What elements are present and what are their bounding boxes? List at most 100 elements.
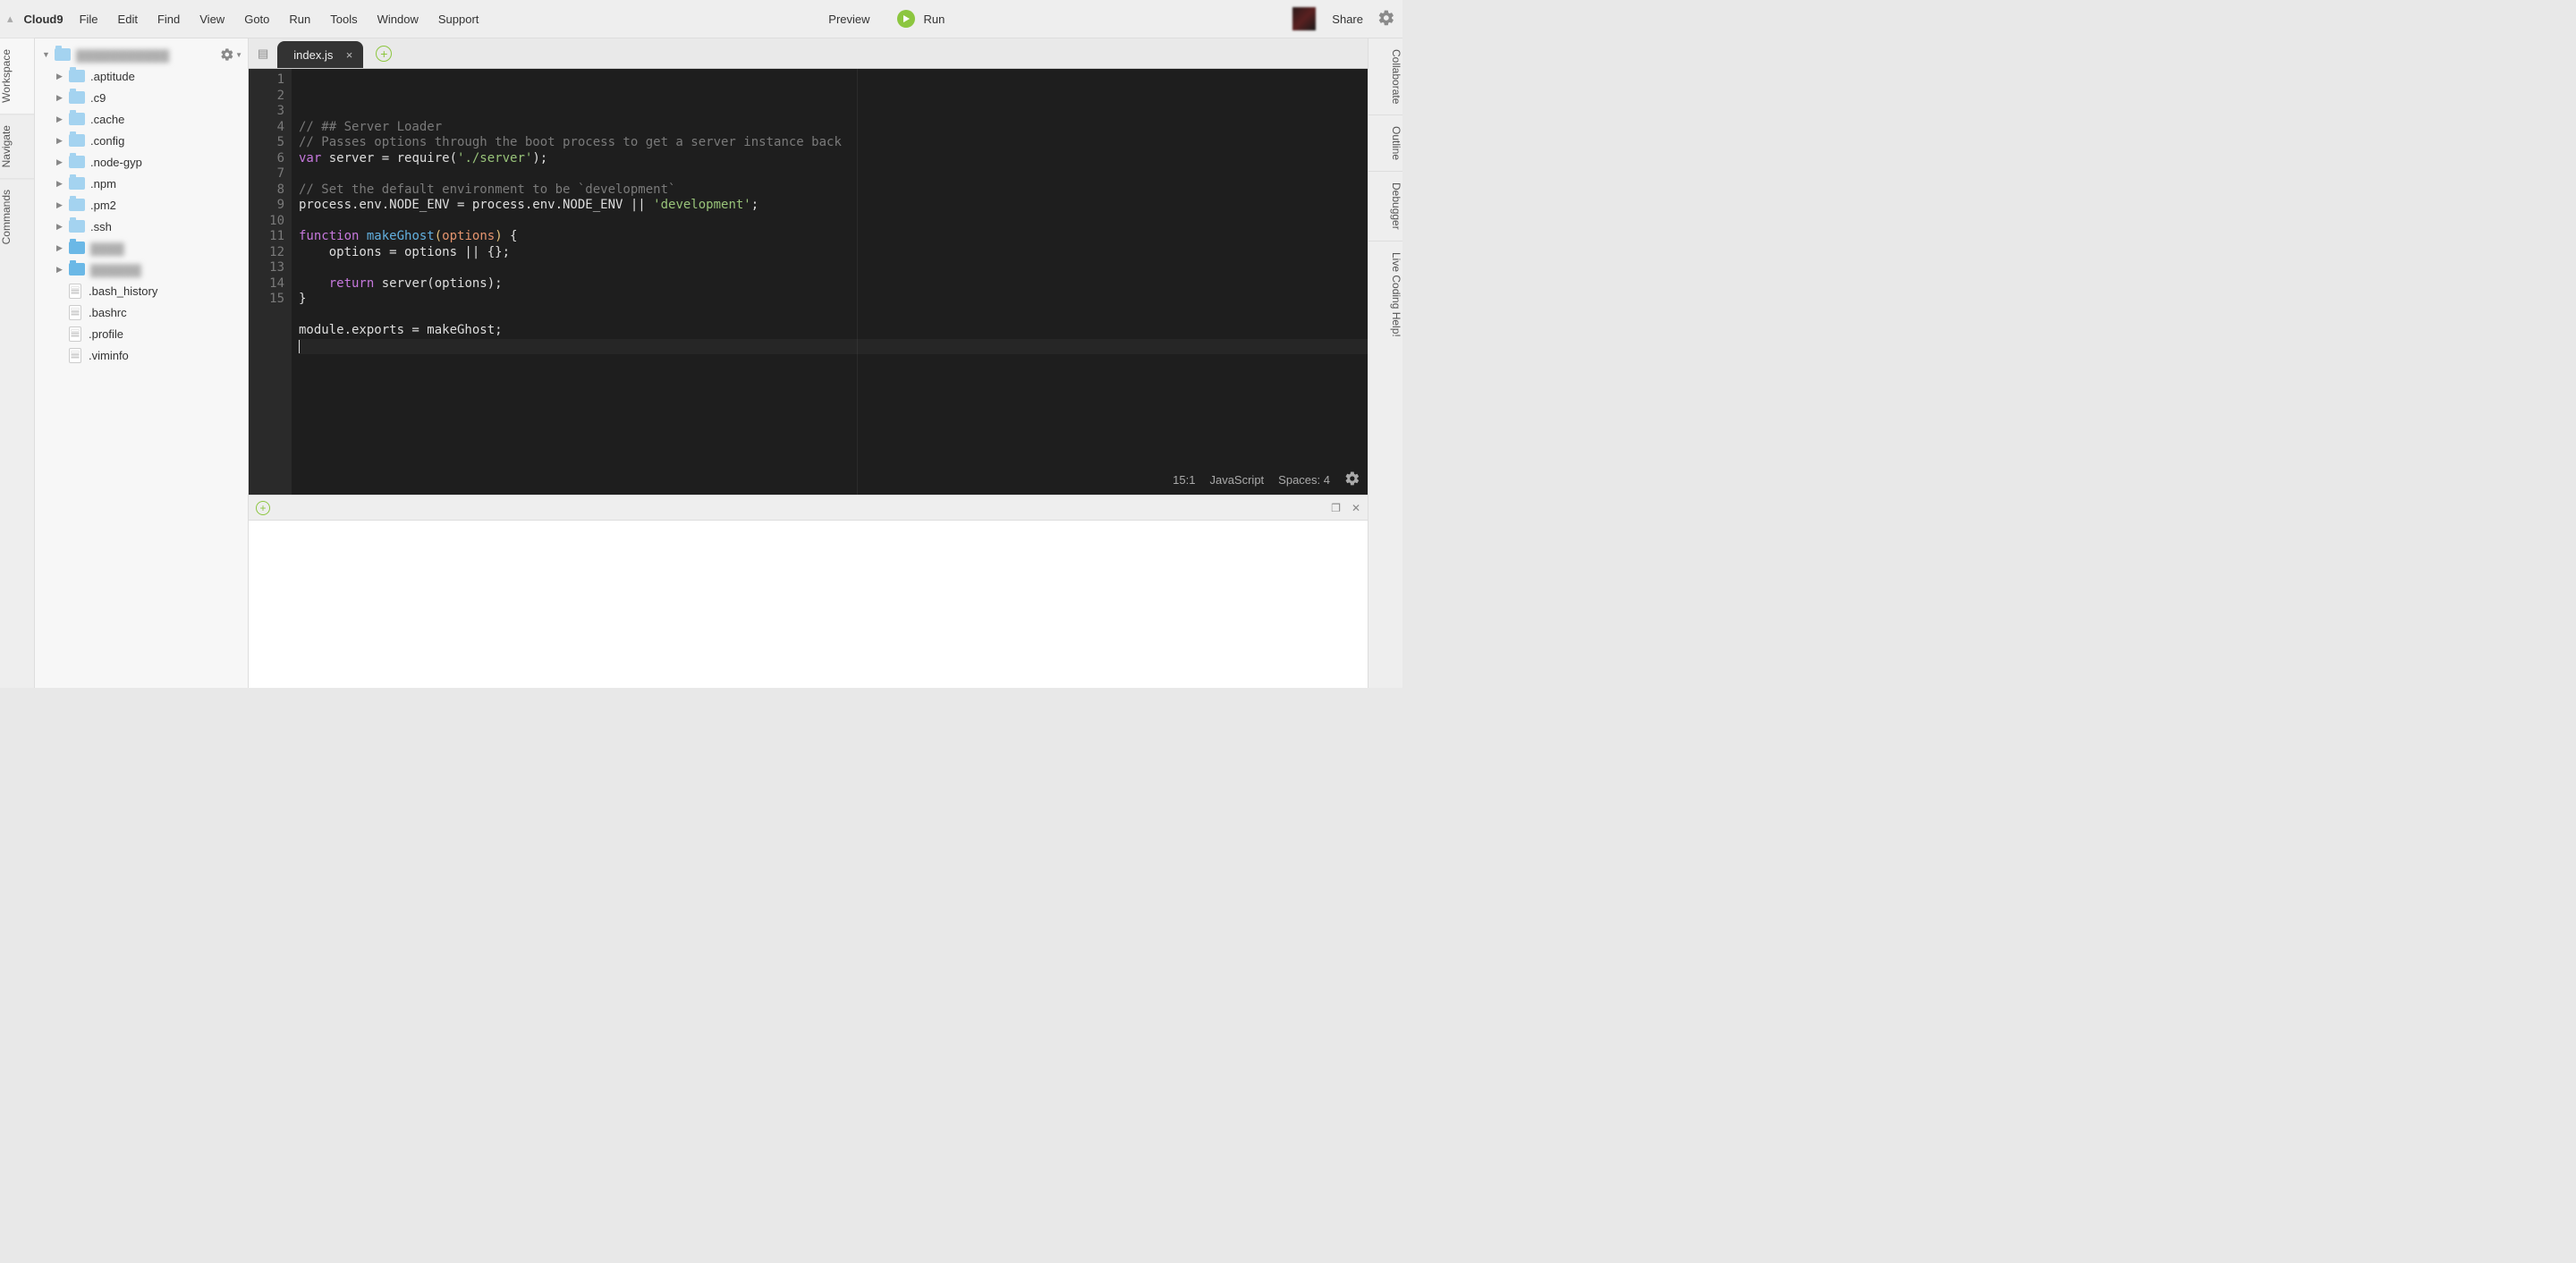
- tree-folder[interactable]: ▓▓▓▓▓▓: [35, 259, 248, 280]
- chevron-right-icon: [56, 179, 65, 189]
- language-mode[interactable]: JavaScript: [1209, 473, 1264, 487]
- code-line: [299, 308, 1368, 324]
- rail-commands[interactable]: Commands: [0, 178, 34, 255]
- tree-folder[interactable]: .config: [35, 130, 248, 151]
- folder-label: .c9: [90, 91, 106, 105]
- tree-folder[interactable]: ▓▓▓▓: [35, 237, 248, 259]
- tree-folder[interactable]: .ssh: [35, 216, 248, 237]
- code-line: return server(options);: [299, 276, 1368, 292]
- folder-icon: [69, 263, 85, 275]
- tree-folder[interactable]: .node-gyp: [35, 151, 248, 173]
- gear-icon[interactable]: [1377, 9, 1395, 30]
- folder-icon: [69, 220, 85, 233]
- code-line: module.exports = makeGhost;: [299, 323, 1368, 339]
- add-tab-button[interactable]: +: [376, 46, 392, 62]
- tree-folder[interactable]: .pm2: [35, 194, 248, 216]
- file-icon: [69, 348, 81, 363]
- indent-setting[interactable]: Spaces: 4: [1278, 473, 1330, 487]
- folder-label: .config: [90, 134, 124, 148]
- code-editor[interactable]: 123456789101112131415 // ## Server Loade…: [249, 69, 1368, 495]
- folder-icon: [69, 177, 85, 190]
- code-line: // Set the default environment to be `de…: [299, 182, 1368, 199]
- code-line: [299, 166, 1368, 182]
- menu-find[interactable]: Find: [157, 13, 180, 26]
- tree-folder[interactable]: .aptitude: [35, 65, 248, 87]
- folder-label: .npm: [90, 177, 116, 191]
- root-label: ▓▓▓▓▓▓▓▓▓▓▓: [76, 48, 169, 62]
- chevron-right-icon: [56, 93, 65, 103]
- tab-label: index.js: [293, 48, 333, 62]
- menu-window[interactable]: Window: [377, 13, 419, 26]
- tree-file[interactable]: .bash_history: [35, 280, 248, 301]
- maximize-icon[interactable]: ❐: [1331, 502, 1341, 514]
- folder-label: .pm2: [90, 199, 116, 212]
- avatar[interactable]: [1292, 7, 1316, 30]
- menu-edit[interactable]: Edit: [118, 13, 138, 26]
- close-icon[interactable]: ×: [346, 48, 353, 62]
- tree-folder[interactable]: .c9: [35, 87, 248, 108]
- folder-icon: [55, 48, 71, 61]
- rail-collaborate[interactable]: Collaborate: [1368, 38, 1402, 114]
- tree-file[interactable]: .profile: [35, 323, 248, 344]
- gutter: 123456789101112131415: [249, 69, 292, 495]
- bottom-panel-body[interactable]: [249, 521, 1368, 688]
- menu-goto[interactable]: Goto: [244, 13, 269, 26]
- tab-index-js[interactable]: index.js ×: [277, 41, 363, 68]
- file-icon: [69, 284, 81, 299]
- rail-navigate[interactable]: Navigate: [0, 114, 34, 178]
- menu-support[interactable]: Support: [438, 13, 479, 26]
- rail-outline[interactable]: Outline: [1368, 114, 1402, 171]
- folder-label: .aptitude: [90, 70, 135, 83]
- cursor-position[interactable]: 15:1: [1173, 473, 1195, 487]
- run-button[interactable]: Run: [897, 10, 945, 28]
- collapse-icon[interactable]: ▴: [7, 12, 13, 26]
- file-label: .bash_history: [89, 284, 157, 298]
- tabbar: ▤ index.js × +: [249, 38, 1368, 69]
- rail-debugger[interactable]: Debugger: [1368, 171, 1402, 241]
- rail-workspace[interactable]: Workspace: [0, 38, 34, 114]
- sidebar: ▓▓▓▓▓▓▓▓▓▓▓ ▼ .aptitude .c9 .cache .config.…: [35, 38, 249, 688]
- close-icon[interactable]: ✕: [1352, 502, 1360, 514]
- gear-icon[interactable]: [1344, 470, 1360, 489]
- chevron-right-icon: [56, 265, 65, 275]
- run-label: Run: [924, 13, 945, 26]
- menu-file[interactable]: File: [80, 13, 98, 26]
- folder-icon: [69, 134, 85, 147]
- right-rail: CollaborateOutlineDebuggerLive Coding He…: [1368, 38, 1402, 688]
- tree-file[interactable]: .viminfo: [35, 344, 248, 366]
- sidebar-gear[interactable]: ▼: [220, 47, 242, 62]
- bottom-panel-header: + ❐ ✕: [249, 496, 1368, 521]
- code-line: var server = require('./server');: [299, 151, 1368, 167]
- chevron-right-icon: [56, 114, 65, 124]
- code-content[interactable]: // ## Server Loader// Passes options thr…: [292, 69, 1368, 495]
- file-label: .viminfo: [89, 349, 129, 362]
- share-button[interactable]: Share: [1332, 13, 1363, 26]
- brand[interactable]: Cloud9: [24, 13, 64, 26]
- left-rail: WorkspaceNavigateCommands: [0, 38, 35, 688]
- code-line: [299, 260, 1368, 276]
- menu-view[interactable]: View: [199, 13, 225, 26]
- code-line: process.env.NODE_ENV = process.env.NODE_…: [299, 198, 1368, 214]
- menu-run[interactable]: Run: [289, 13, 310, 26]
- folder-label: ▓▓▓▓▓▓: [90, 263, 141, 276]
- folder-label: .ssh: [90, 220, 112, 233]
- editor-area: ▤ index.js × + 123456789101112131415 // …: [249, 38, 1368, 688]
- file-label: .bashrc: [89, 306, 127, 319]
- print-margin: [857, 69, 858, 495]
- code-line: options = options || {};: [299, 245, 1368, 261]
- menu-tools[interactable]: Tools: [330, 13, 357, 26]
- tree-folder[interactable]: .npm: [35, 173, 248, 194]
- code-line: // ## Server Loader: [299, 120, 1368, 136]
- folder-label: ▓▓▓▓: [90, 242, 124, 255]
- chevron-down-icon: [42, 50, 51, 59]
- add-terminal-button[interactable]: +: [256, 501, 270, 515]
- chevron-right-icon: [56, 222, 65, 232]
- preview-button[interactable]: Preview: [828, 13, 869, 26]
- code-line: [299, 214, 1368, 230]
- tree-folder[interactable]: .cache: [35, 108, 248, 130]
- tree-file[interactable]: .bashrc: [35, 301, 248, 323]
- rail-live-coding-help-[interactable]: Live Coding Help!: [1368, 241, 1402, 348]
- tree-root[interactable]: ▓▓▓▓▓▓▓▓▓▓▓ ▼: [35, 44, 248, 65]
- panel-stack-icon[interactable]: ▤: [258, 47, 268, 61]
- cursor: [299, 340, 300, 353]
